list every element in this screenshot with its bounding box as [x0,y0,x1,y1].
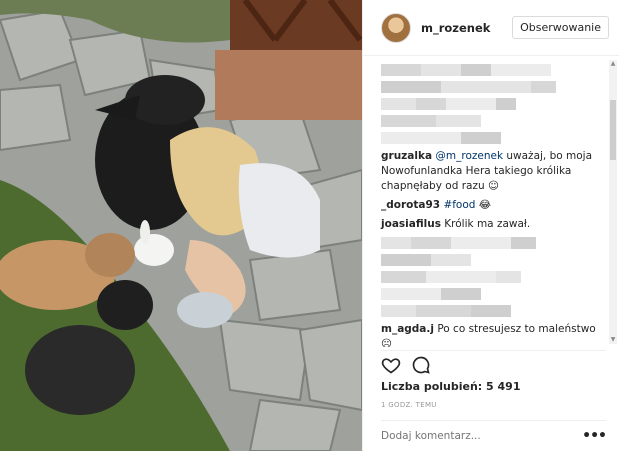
comment-text: 😂 [475,199,492,211]
blurred-comment [381,271,606,283]
comment-bubble-icon[interactable] [411,355,431,375]
post-side-panel: m_rozenek Obserwowanie gruzalka @m_rozen… [362,0,619,451]
comment-username[interactable]: joasiafilus [381,218,441,230]
comment-hashtag[interactable]: #food [443,199,475,211]
heart-icon[interactable] [381,355,401,375]
comment: joasiafilus Królik ma zawał. [381,217,606,232]
more-options-icon[interactable]: ••• [582,428,607,444]
post-actions [381,350,606,375]
scroll-up-icon[interactable]: ▲ [609,60,617,68]
comment-username[interactable]: _dorota93 [381,199,440,211]
likes-count[interactable]: Liczba polubień: 5 491 [381,380,520,393]
comment: _dorota93 #food 😂 [381,198,606,213]
post-header: m_rozenek Obserwowanie [363,0,619,56]
scroll-thumb[interactable] [610,100,616,160]
comment: gruzalka @m_rozenek uważaj, bo moja Nowo… [381,149,606,194]
comments-list: gruzalka @m_rozenek uważaj, bo moja Nowo… [363,57,619,347]
comment: m_agda.j Po co stresujesz to maleństwo ☹ [381,322,606,347]
scroll-down-icon[interactable]: ▼ [609,336,617,344]
blurred-comment [381,254,606,266]
post-timestamp[interactable]: 1 GODZ. TEMU [381,401,437,409]
post-photo[interactable] [0,0,362,451]
blurred-comment [381,98,606,110]
comment-mention[interactable]: @m_rozenek [435,150,503,162]
post-photo-illustration [0,0,362,451]
blurred-comment [381,64,606,76]
blurred-comment [381,132,606,144]
blurred-comment [381,115,606,127]
comment-username[interactable]: gruzalka [381,150,432,162]
avatar[interactable] [381,12,411,43]
comment-text: Królik ma zawał. [440,218,531,230]
comment-username[interactable]: m_agda.j [381,323,434,335]
username-link[interactable]: m_rozenek [421,21,512,35]
add-comment-bar: ••• [381,420,607,451]
blurred-comment [381,237,606,249]
comments-scrollbar[interactable]: ▲ ▼ [609,60,617,344]
comment-input[interactable] [381,430,583,442]
blurred-comment [381,288,606,300]
blurred-comment [381,305,606,317]
follow-button[interactable]: Obserwowanie [512,16,609,39]
blurred-comment [381,81,606,93]
